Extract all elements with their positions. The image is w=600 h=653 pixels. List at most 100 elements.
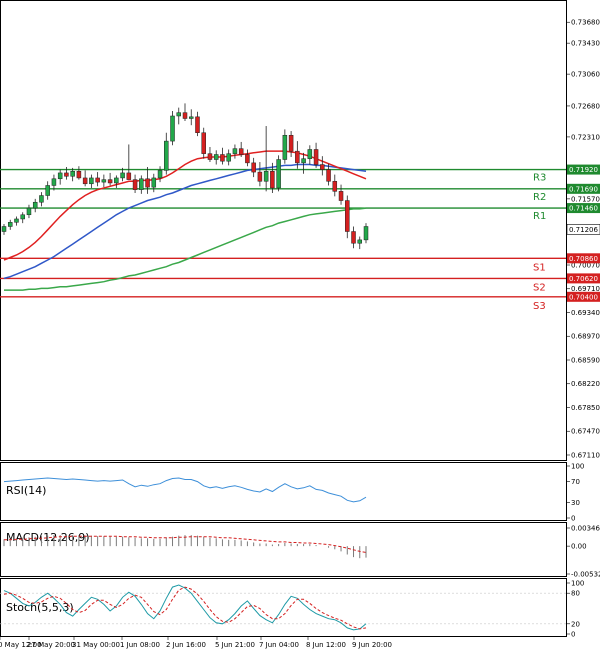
level-price-s2: 0.70620 [569,275,598,283]
time-axis: 0 May 12:0027 May 20:0031 May 00:00 1 Jun… [0,637,392,649]
candle-body [14,218,19,223]
current-price-label: 0.71206 [569,226,598,234]
candle-body [282,134,288,160]
candle-body [107,179,113,184]
time-tick-label: 31 May 00:00 [72,641,120,649]
candle-body [101,179,107,183]
candle-body [20,214,25,220]
candle-body [76,170,82,179]
price-tick-label: 0.67110 [571,451,600,459]
candle-body [213,154,219,160]
candle-body [226,153,231,162]
price-tick-label: 0.68970 [571,333,600,341]
candle-body [7,222,13,227]
candle-body [363,226,369,241]
level-name-r2: R2 [533,192,546,203]
stoch-title: Stoch(5,5,3) [6,601,74,614]
candle-body [301,158,306,164]
candle-body [332,181,338,192]
level-price-s1: 0.70860 [569,255,598,263]
candle-body [201,132,206,154]
level-name-r1: R1 [533,211,546,222]
candle-body [288,134,294,152]
candle-body [326,169,331,182]
candle-body [45,185,50,196]
rsi-title: RSI(14) [6,484,46,497]
candle-body [114,177,119,184]
level-price-r3: 0.71920 [569,166,598,174]
price-tick-label: 0.73430 [571,40,600,48]
level-price-r1: 0.71460 [569,205,598,213]
candle-body [139,178,144,190]
rsi-panel-frame [0,462,567,521]
stoch-tick-label: 100 [571,580,584,588]
candle-body [320,164,325,170]
price-tick-label: 0.72680 [571,102,600,110]
time-tick-label: 5 Jun 21:00 [215,641,255,649]
candle-body [170,115,175,142]
price-axis: 0.73680 0.73430 0.73060 0.72680 0.72310 0.715… [566,19,600,459]
macd-tick-label: 0.003462 [571,525,600,533]
level-price-r2: 0.71690 [569,185,598,193]
candle-body [313,149,319,165]
price-tick-label: 0.69340 [571,309,600,317]
candle-body [351,231,356,244]
rsi-tick-label: 100 [571,463,584,471]
time-tick-label: 1 Jun 08:00 [120,641,160,649]
stoch-tick-label: 0 [571,631,575,639]
candle-body [120,172,125,179]
candle-body [82,177,88,185]
candle-body [232,148,238,154]
candle-body [238,148,244,155]
candle-body [251,162,256,173]
time-tick-label: 7 Jun 04:00 [259,641,299,649]
candle-body [195,116,200,133]
candle-body [51,178,57,186]
candle-body [1,226,7,232]
price-tick-label: 0.68220 [571,380,600,388]
candle-body [64,172,69,177]
trading-chart: 0.73680 0.73430 0.73060 0.72680 0.72310 0.715… [0,0,600,649]
candle-body [151,177,157,188]
macd-tick-label: -0.00532 [571,571,600,579]
rsi-tick-label: 30 [571,499,580,507]
rsi-tick-label: 0 [571,515,575,523]
candle-body [182,112,188,119]
candle-body [132,179,138,190]
candle-body [263,170,269,182]
price-panel-frame [0,0,567,461]
candle-body [188,116,194,119]
candle-body [220,154,225,162]
candle-body [276,159,281,189]
candle-body [57,172,63,180]
candle-body [157,170,163,179]
time-tick-label: 27 May 20:00 [27,641,75,649]
candle-body [257,171,263,182]
level-name-s3: S3 [533,301,546,312]
candle-body [357,239,363,244]
time-tick-label: 8 Jun 12:00 [306,641,346,649]
candle-body [345,200,350,232]
candle-body [26,207,32,216]
candle-body [95,177,100,183]
current-price-marker: 0.71206 [566,224,600,235]
candle-body [89,177,94,185]
time-tick-label: 2 Jun 16:00 [166,641,206,649]
price-tick-label: 0.73680 [571,19,600,27]
stoch-tick-label: 20 [571,620,580,628]
candle-body [295,150,300,164]
candle-body [338,191,344,201]
candle-body [39,195,44,203]
stoch-tick-label: 80 [571,590,580,598]
level-price-s3: 0.70400 [569,293,598,301]
rsi-tick-label: 70 [571,478,580,486]
level-name-s2: S2 [533,282,546,293]
candle-body [126,172,132,180]
macd-tick-label: 0.00 [571,543,587,551]
price-tick-label: 0.71570 [571,195,600,203]
candle-body [145,178,150,188]
candle-body [307,149,313,159]
price-tick-label: 0.72310 [571,133,600,141]
price-tick-label: 0.68590 [571,356,600,364]
level-name-s1: S1 [533,262,546,273]
